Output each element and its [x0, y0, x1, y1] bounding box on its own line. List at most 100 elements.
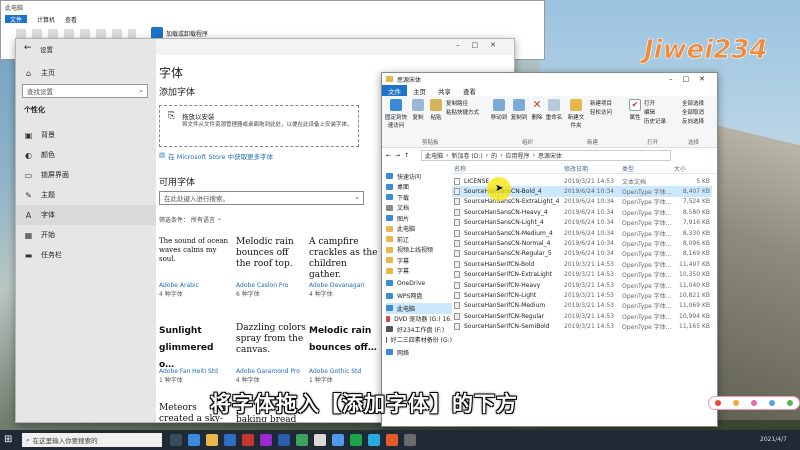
tree-item[interactable]: 下载 [386, 192, 452, 203]
filter-dropdown[interactable]: 筛选条件： 所有语言 ⌄ [159, 215, 222, 224]
tree-item[interactable]: 快速访问 [386, 171, 452, 182]
breadcrumb-item[interactable]: 此电脑 [425, 151, 443, 160]
copy-button[interactable]: 复制 [410, 99, 426, 121]
nav-start[interactable]: ▦ 开始 [16, 225, 156, 245]
tree-item[interactable]: 文档 [386, 203, 452, 214]
move-to-button[interactable]: 移动到 [490, 99, 508, 121]
bg-tab-file[interactable]: 文件 [5, 15, 28, 24]
tree-item[interactable]: 此电脑 [386, 303, 452, 314]
select-all-button[interactable]: 全部选择 [682, 100, 704, 109]
app-icon[interactable] [404, 434, 416, 446]
properties-button[interactable]: ✔ 属性 [628, 99, 642, 121]
maximize-button[interactable]: □ [683, 75, 700, 83]
word-icon[interactable] [278, 434, 290, 446]
settings-search-input[interactable]: 查找设置 ⌕ [22, 84, 148, 98]
font-card[interactable]: Dazzling colors spray from the canvas. A… [236, 323, 306, 384]
nav-home[interactable]: ⌂ 主页 [16, 63, 156, 83]
breadcrumb-item[interactable]: 思源宋体 [538, 151, 562, 160]
wechat-icon[interactable] [350, 434, 362, 446]
app-icon[interactable] [296, 434, 308, 446]
minimize-button[interactable]: – [456, 41, 472, 49]
maximize-button[interactable]: □ [472, 41, 491, 49]
close-button[interactable]: ✕ [699, 75, 715, 83]
edge-icon[interactable] [188, 434, 200, 446]
file-row[interactable]: SourceHanSansCN-Normal_4 2019/6/24 10:34 O… [452, 238, 712, 248]
green-pen-icon[interactable] [787, 400, 793, 406]
tree-item[interactable]: 视频上线视频 [386, 245, 452, 256]
column-date[interactable]: 修改日期 [564, 164, 588, 173]
nav-fonts[interactable]: A 字体 [16, 205, 156, 225]
column-name[interactable]: 名称 [454, 164, 466, 173]
tree-item[interactable]: 好二三四素材备份 (G:) [386, 335, 452, 346]
pink-pen-icon[interactable] [751, 400, 757, 406]
qq-icon[interactable] [368, 434, 380, 446]
column-size[interactable]: 大小 [674, 164, 686, 173]
history-button[interactable]: 历史记录 [644, 118, 666, 127]
file-row[interactable]: SourceHanSerifCN-ExtraLight 2019/3/21 14:… [452, 270, 712, 280]
font-card[interactable]: A campfire crackles as the children gath… [309, 237, 379, 298]
up-arrow-icon[interactable]: ↑ [404, 152, 409, 159]
select-none-button[interactable]: 全部取消 [682, 109, 704, 118]
premiere-icon[interactable] [260, 434, 272, 446]
file-row[interactable]: SourceHanSerifCN-Bold 2019/3/21 14:53 Open… [452, 259, 712, 269]
back-arrow-icon[interactable]: ← [386, 152, 391, 159]
tree-item[interactable]: 前辽 [386, 234, 452, 245]
tree-item[interactable]: DVD 驱动器 (G:) 16. [386, 314, 452, 325]
forward-arrow-icon[interactable]: → [395, 152, 400, 159]
breadcrumb-item[interactable]: 应用程序 [506, 151, 530, 160]
store-link[interactable]: ▤ 在 Microsoft Store 中获取更多字体 [159, 151, 273, 161]
tree-item[interactable]: 此电脑 [386, 224, 452, 235]
file-row[interactable]: SourceHanSerifCN-Light 2019/3/21 14:53 Ope… [452, 290, 712, 300]
tab-share[interactable]: 共享 [432, 85, 457, 97]
breadcrumb-item[interactable]: 的 [491, 151, 497, 160]
tree-item[interactable]: 桌面 [386, 182, 452, 193]
easy-access-button[interactable]: 轻松访问 [590, 109, 612, 118]
tree-item[interactable]: 字幕 [386, 255, 452, 266]
close-button[interactable]: ✕ [490, 41, 508, 49]
nav-background[interactable]: ▣ 背景 [16, 125, 156, 145]
tree-item[interactable]: 字幕 [386, 266, 452, 277]
edit-button[interactable]: 编辑 [644, 109, 666, 118]
bg-tab-computer[interactable]: 计算机 [37, 15, 55, 24]
task-view-icon[interactable] [170, 434, 182, 446]
nav-lock-screen[interactable]: ▭ 锁屏界面 [16, 165, 156, 185]
font-search-input[interactable]: 在此处键入进行搜索。 ⌕ [159, 191, 364, 205]
app-icon[interactable] [224, 434, 236, 446]
tree-item[interactable]: WPS网盘 [386, 291, 452, 302]
rename-button[interactable]: 重命名 [545, 99, 563, 121]
font-card[interactable]: Melodic rain bounces off… Adobe Gothic S… [309, 323, 379, 384]
copy-to-button[interactable]: 复制到 [510, 99, 528, 121]
nav-taskbar[interactable]: ▬ 任务栏 [16, 245, 156, 265]
paste-shortcut-button[interactable]: 粘贴快捷方式 [446, 109, 479, 118]
app-icon[interactable] [386, 434, 398, 446]
app-icon[interactable] [332, 434, 344, 446]
orange-pen-icon[interactable] [733, 400, 739, 406]
red-pen-icon[interactable] [715, 400, 721, 406]
invert-selection-button[interactable]: 反向选择 [682, 118, 704, 127]
settings-taskbar-icon[interactable] [314, 434, 326, 446]
tree-item[interactable]: 图片 [386, 213, 452, 224]
pin-button[interactable]: 固定到快速访问 [384, 99, 408, 129]
tree-item[interactable]: 好234工作盘 (F:) [386, 324, 452, 335]
nav-themes[interactable]: ✎ 主题 [16, 185, 156, 205]
blue-pen-icon[interactable] [769, 400, 775, 406]
tree-item[interactable]: OneDrive [386, 278, 452, 289]
new-folder-button[interactable]: 新建文件夹 [566, 99, 586, 129]
tab-home[interactable]: 主页 [407, 85, 432, 97]
uninstall-programs-link[interactable]: 加载或卸载程序 [166, 29, 208, 38]
explorer-icon[interactable] [206, 434, 218, 446]
delete-button[interactable]: ✕ 删除 [530, 99, 544, 121]
back-icon[interactable]: ← [24, 43, 32, 53]
new-item-button[interactable]: 新建项目 [590, 100, 612, 109]
minimize-button[interactable]: – [669, 75, 683, 83]
breadcrumb[interactable]: 此电脑 › 新加卷 (D:) › 的 › 应用程序 › 思源宋体 [421, 150, 672, 161]
font-card[interactable]: Melodic rain bounces off the roof top. A… [236, 237, 306, 298]
start-icon[interactable]: ⊞ [4, 434, 12, 445]
open-button[interactable]: 打开 [644, 100, 666, 109]
file-row[interactable]: SourceHanSerifCN-Heavy 2019/3/21 14:53 Ope… [452, 280, 712, 290]
breadcrumb-item[interactable]: 新加卷 (D:) [452, 151, 483, 160]
file-row[interactable]: SourceHanSansCN-Regular_5 2019/6/24 10:34… [452, 249, 712, 259]
bg-tab-view[interactable]: 查看 [65, 15, 77, 24]
file-row[interactable]: SourceHanSansCN-Heavy_4 2019/6/24 10:34 Op… [452, 207, 712, 217]
column-type[interactable]: 类型 [622, 164, 634, 173]
